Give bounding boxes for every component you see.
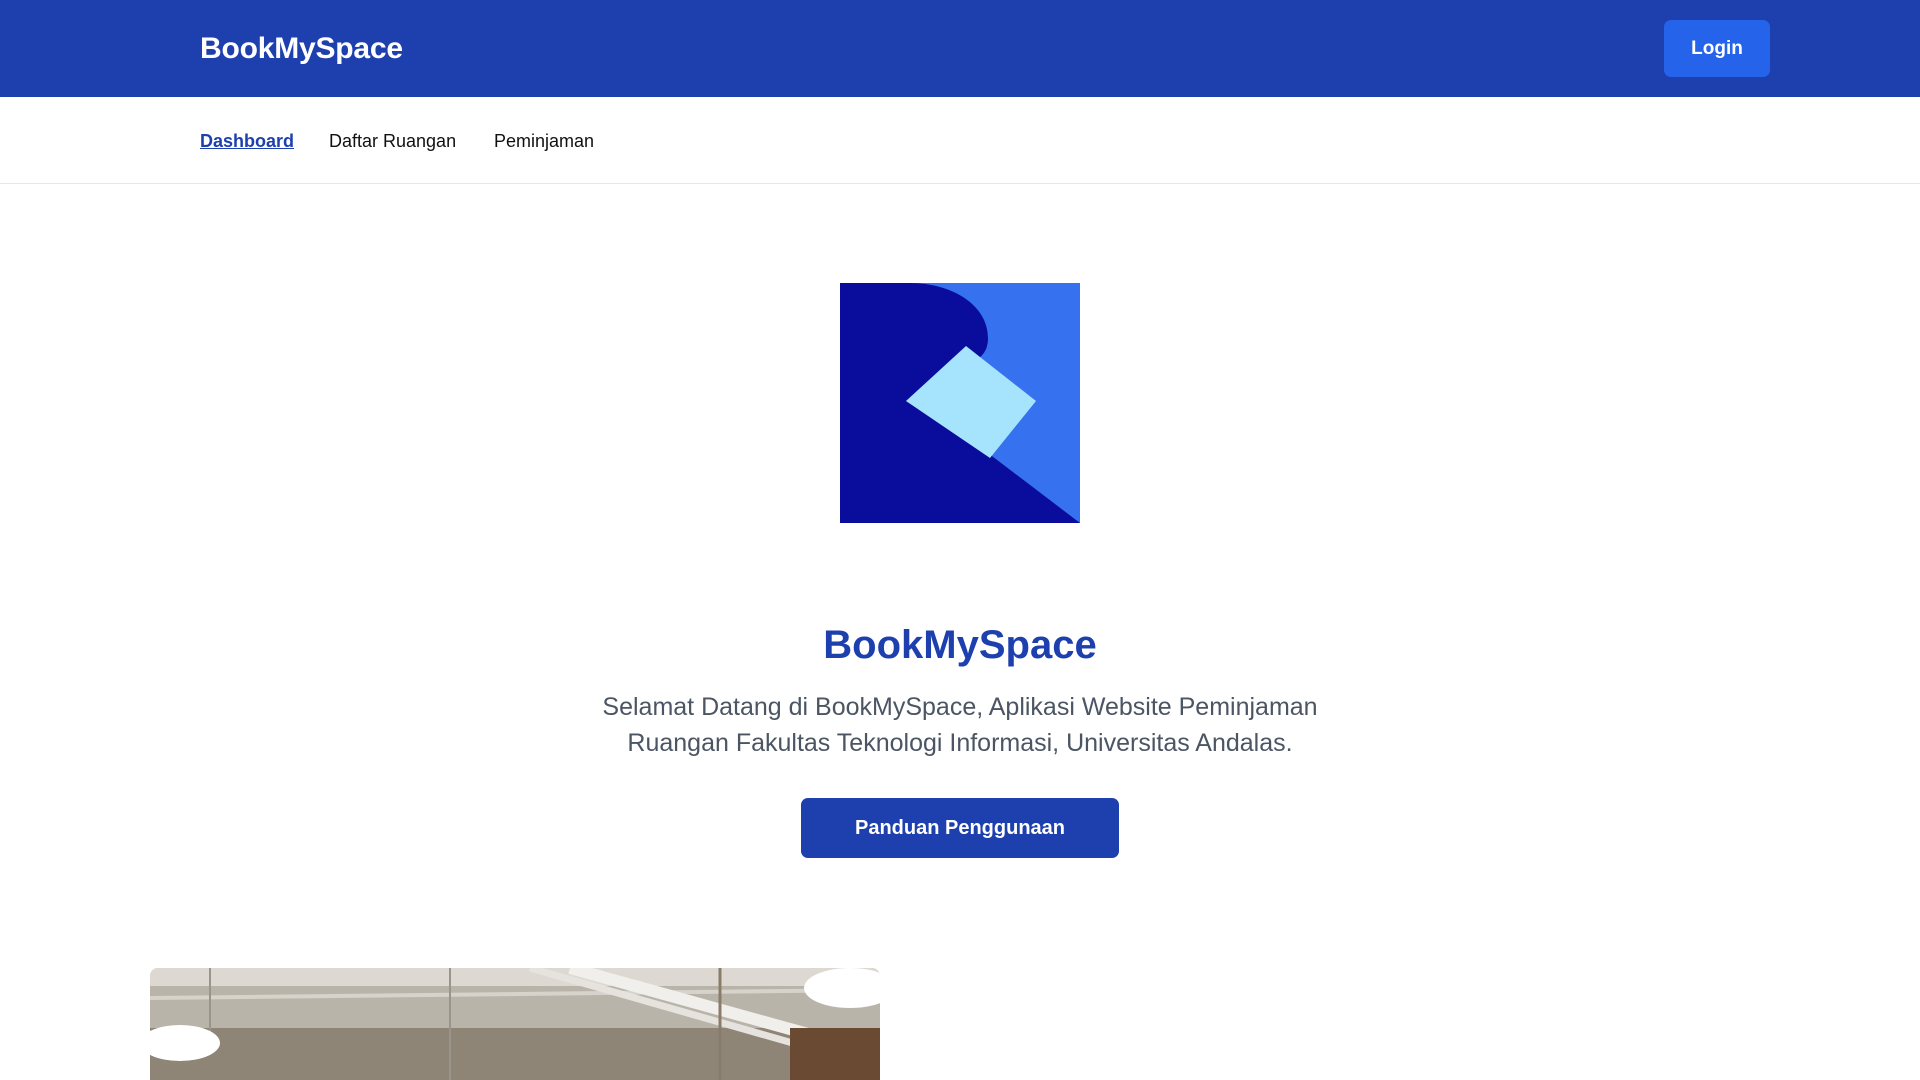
user-guide-button[interactable]: Panduan Penggunaan [801, 798, 1119, 858]
hero-title: BookMySpace [823, 623, 1097, 667]
top-header: BookMySpace Login [0, 0, 1920, 97]
nav-item-daftar-ruangan[interactable]: Daftar Ruangan [329, 131, 456, 152]
room-image [150, 968, 880, 1080]
bookmyspace-logo-icon [840, 283, 1080, 523]
brand-title[interactable]: BookMySpace [200, 32, 403, 66]
login-button[interactable]: Login [1664, 20, 1770, 77]
main-nav: Dashboard Daftar Ruangan Peminjaman [0, 97, 1920, 184]
hero-description: Selamat Datang di BookMySpace, Aplikasi … [602, 693, 1318, 757]
nav-item-peminjaman[interactable]: Peminjaman [494, 131, 594, 152]
nav-item-dashboard[interactable]: Dashboard [200, 131, 294, 152]
room-photo [150, 968, 880, 1080]
